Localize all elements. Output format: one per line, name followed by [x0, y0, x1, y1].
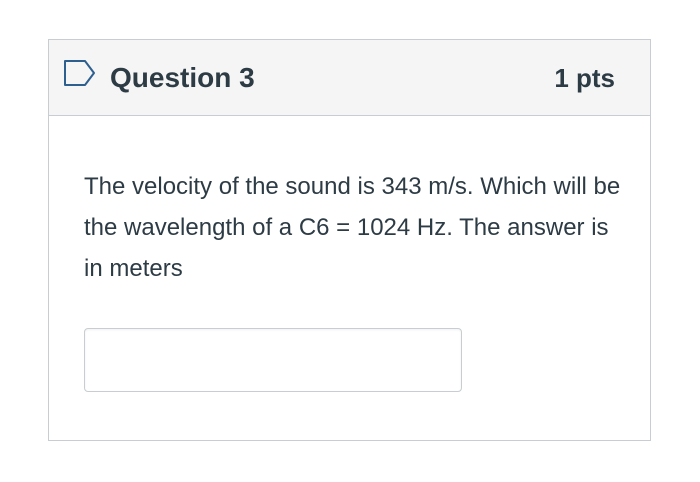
bookmark-flag-icon[interactable]: [63, 59, 97, 87]
question-title: Question 3: [110, 62, 255, 93]
question-text: The velocity of the sound is 343 m/s. Wh…: [84, 173, 621, 282]
question-card: Question 3 1 pts The velocity of the sou…: [48, 39, 651, 441]
question-header: Question 3 1 pts: [49, 40, 650, 116]
question-points: 1 pts: [554, 63, 615, 93]
answer-input[interactable]: [84, 328, 462, 392]
